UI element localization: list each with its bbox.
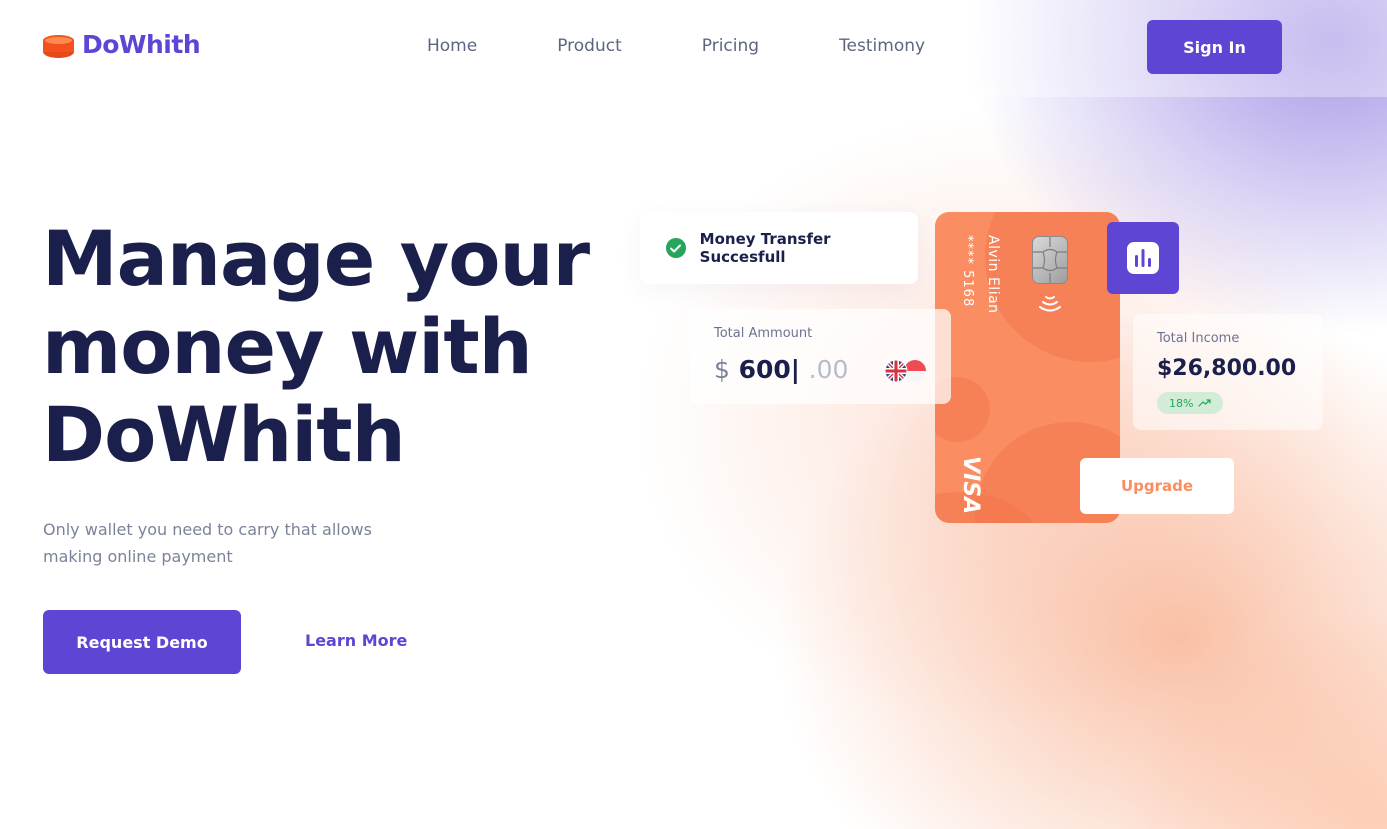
main-nav: Home Product Pricing Testimony xyxy=(427,36,1005,56)
request-demo-button[interactable]: Request Demo xyxy=(43,610,241,674)
hero-subtitle-line-1: Only wallet you need to carry that allow… xyxy=(43,520,372,539)
hero-title-line-1: Manage your xyxy=(42,214,590,303)
uk-flag-icon xyxy=(884,359,908,383)
amount-input[interactable]: $ 600| .00 xyxy=(714,355,848,384)
learn-more-link[interactable]: Learn More xyxy=(305,631,407,650)
amount-decimals: .00 xyxy=(808,355,849,384)
total-income-card: Total Income $26,800.00 18% xyxy=(1133,314,1323,430)
currency-symbol: $ xyxy=(714,355,730,384)
total-income-value: $26,800.00 xyxy=(1157,356,1297,381)
hero-title-line-2: money with xyxy=(42,302,533,391)
sign-in-button[interactable]: Sign In xyxy=(1147,20,1282,74)
income-change-value: 18% xyxy=(1169,396,1194,410)
transfer-success-text: Money Transfer Succesfull xyxy=(699,230,831,266)
card-holder-name: Alvin Elian xyxy=(985,235,1001,314)
nav-item-product[interactable]: Product xyxy=(557,36,622,56)
total-amount-card: Total Ammount $ 600| .00 xyxy=(690,309,951,404)
card-number: **** 5168 xyxy=(960,235,975,308)
income-change-badge: 18% xyxy=(1157,392,1224,414)
bar-chart-icon xyxy=(1127,242,1159,274)
card-chip-icon xyxy=(1032,236,1068,284)
nav-item-pricing[interactable]: Pricing xyxy=(702,36,759,56)
hero-subtitle-line-2: making online payment xyxy=(43,547,233,566)
hero-title: Manage your money with DoWhith xyxy=(42,215,602,479)
hero-subtitle: Only wallet you need to carry that allow… xyxy=(43,516,403,570)
check-circle-icon xyxy=(666,238,686,258)
coin-stack-icon xyxy=(43,32,74,58)
stats-button[interactable] xyxy=(1107,222,1179,294)
upgrade-button[interactable]: Upgrade xyxy=(1080,458,1234,514)
contactless-icon xyxy=(1039,296,1061,312)
total-income-label: Total Income xyxy=(1157,331,1240,346)
nav-item-testimony[interactable]: Testimony xyxy=(839,36,925,56)
brand-name: DoWhith xyxy=(82,30,201,59)
currency-flags[interactable] xyxy=(884,359,930,383)
card-brand: VISA xyxy=(958,456,983,515)
brand-logo[interactable]: DoWhith xyxy=(43,30,201,59)
transfer-success-card: Money Transfer Succesfull xyxy=(640,212,918,284)
total-amount-label: Total Ammount xyxy=(714,326,813,341)
trending-up-icon xyxy=(1198,399,1212,407)
amount-value: 600| xyxy=(738,355,800,384)
nav-item-home[interactable]: Home xyxy=(427,36,477,56)
hero-title-line-3: DoWhith xyxy=(42,390,406,479)
